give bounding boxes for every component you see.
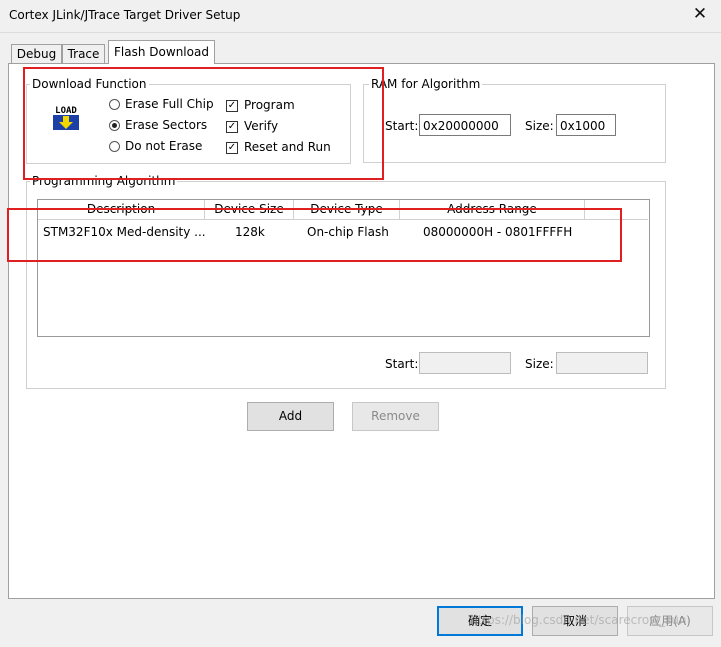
remove-button[interactable]: Remove bbox=[352, 402, 439, 431]
algo-start-input[interactable] bbox=[419, 352, 511, 374]
tab-debug[interactable]: Debug bbox=[11, 44, 62, 63]
cell-device-size: 128k bbox=[235, 225, 265, 239]
label-erase-full-chip: Erase Full Chip bbox=[125, 97, 214, 111]
label-program: Program bbox=[244, 98, 295, 112]
ram-for-algorithm-title: RAM for Algorithm bbox=[369, 77, 483, 91]
cancel-button[interactable]: 取消 bbox=[532, 606, 618, 636]
column-address-range[interactable]: Address Range bbox=[400, 200, 585, 220]
label-do-not-erase: Do not Erase bbox=[125, 139, 203, 153]
programming-algorithm-title: Programming Algorithm bbox=[30, 174, 178, 188]
checkbox-verify[interactable]: ✓ bbox=[226, 121, 238, 133]
radio-erase-full-chip[interactable] bbox=[109, 99, 120, 110]
download-function-title: Download Function bbox=[30, 77, 149, 91]
algo-start-label: Start: bbox=[385, 357, 419, 371]
tab-trace[interactable]: Trace bbox=[62, 44, 105, 63]
column-device-type[interactable]: Device Type bbox=[294, 200, 400, 220]
close-icon[interactable]: ✕ bbox=[688, 3, 712, 25]
algo-size-input[interactable] bbox=[556, 352, 648, 374]
label-erase-sectors: Erase Sectors bbox=[125, 118, 208, 132]
window-title: Cortex JLink/JTrace Target Driver Setup bbox=[9, 8, 241, 22]
title-separator bbox=[0, 32, 721, 33]
checkbox-program[interactable]: ✓ bbox=[226, 100, 238, 112]
load-icon-text: LOAD bbox=[55, 106, 77, 116]
column-description[interactable]: Description bbox=[38, 200, 205, 220]
load-download-icon: LOAD bbox=[50, 102, 82, 134]
tab-flash-download[interactable]: Flash Download bbox=[108, 40, 215, 64]
ram-start-label: Start: bbox=[385, 119, 419, 133]
cell-address-range: 08000000H - 0801FFFFH bbox=[423, 225, 573, 239]
apply-button[interactable]: 应用(A) bbox=[627, 606, 713, 636]
ok-button[interactable]: 确定 bbox=[437, 606, 523, 636]
column-empty bbox=[585, 200, 648, 220]
radio-erase-sectors[interactable] bbox=[109, 120, 120, 131]
ram-start-input[interactable]: 0x20000000 bbox=[419, 114, 511, 136]
label-reset-and-run: Reset and Run bbox=[244, 140, 331, 154]
algorithm-listview[interactable]: Description Device Size Device Type Addr… bbox=[37, 199, 650, 337]
ram-size-label: Size: bbox=[525, 119, 554, 133]
add-button[interactable]: Add bbox=[247, 402, 334, 431]
cell-description: STM32F10x Med-density ... bbox=[43, 225, 206, 239]
label-verify: Verify bbox=[244, 119, 279, 133]
radio-do-not-erase[interactable] bbox=[109, 141, 120, 152]
column-device-size[interactable]: Device Size bbox=[205, 200, 294, 220]
ram-size-input[interactable]: 0x1000 bbox=[556, 114, 616, 136]
checkbox-reset-and-run[interactable]: ✓ bbox=[226, 142, 238, 154]
cell-device-type: On-chip Flash bbox=[307, 225, 389, 239]
algo-size-label: Size: bbox=[525, 357, 554, 371]
table-row[interactable]: STM32F10x Med-density ... 128k On-chip F… bbox=[38, 220, 649, 242]
